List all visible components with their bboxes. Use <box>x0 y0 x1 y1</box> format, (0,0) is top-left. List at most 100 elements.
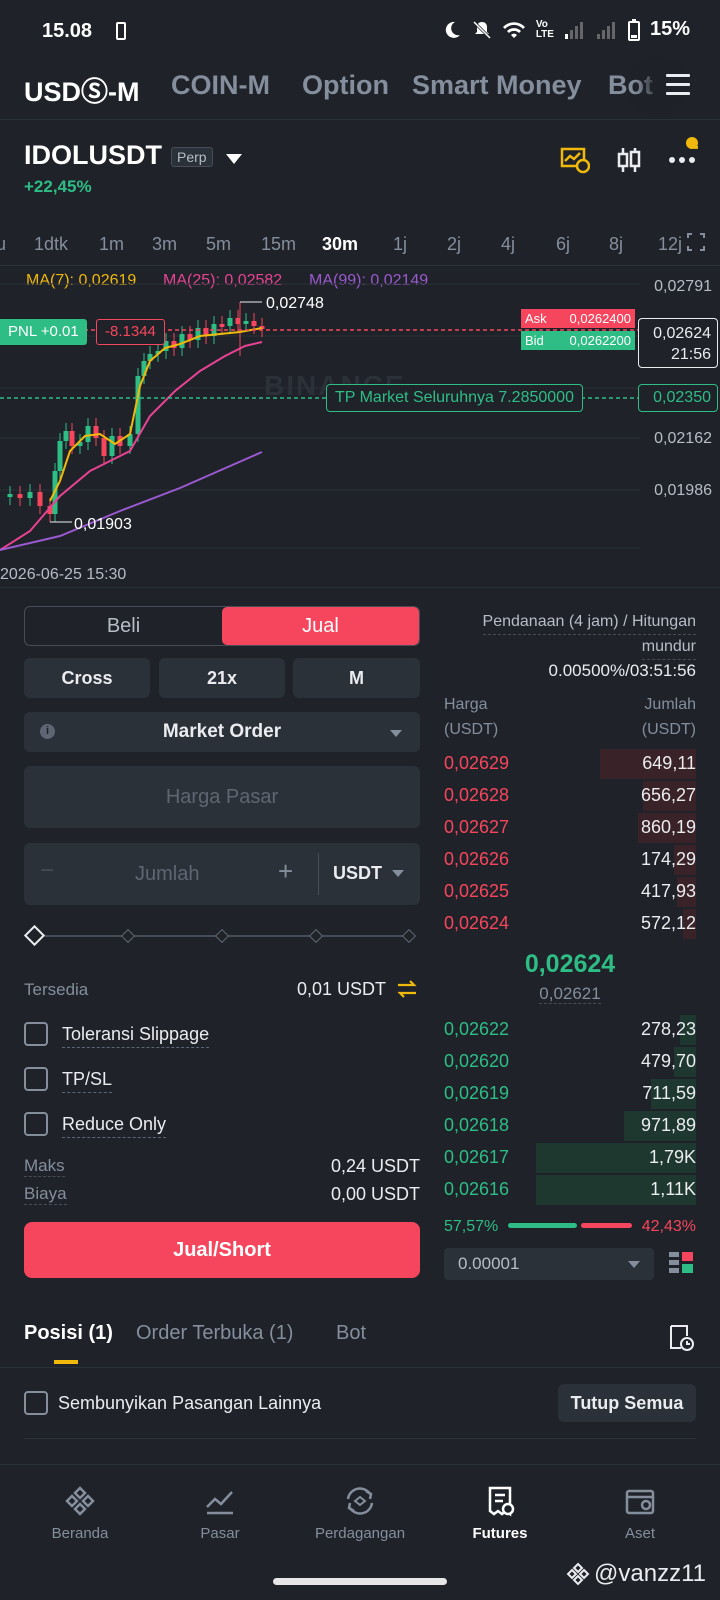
price-chart[interactable]: MA(7): 0,02619 MA(25): 0,02582 MA(99): 0… <box>0 266 720 586</box>
notification-dot <box>686 137 698 149</box>
bid-tag: Bid 0,0262200 <box>521 331 635 350</box>
pair-symbol[interactable]: IDOLUSDT <box>24 140 162 171</box>
interval-tab[interactable]: 1dtk <box>34 234 68 255</box>
nav-assets[interactable]: Aset <box>580 1485 700 1542</box>
fullscreen-icon[interactable] <box>686 231 706 253</box>
low-price-label: 0,01903 <box>74 516 132 533</box>
ask-row[interactable]: 0,02628 656,27 <box>444 781 696 811</box>
leverage-button[interactable]: 21x <box>159 658 285 698</box>
currency-select[interactable]: USDT <box>333 863 382 884</box>
order-type-select[interactable]: i Market Order <box>24 712 420 752</box>
bid-row[interactable]: 0,02622 278,23 <box>444 1015 696 1045</box>
menu-icon[interactable] <box>666 74 690 96</box>
slippage-label[interactable]: Toleransi Slippage <box>62 1024 210 1048</box>
interval-tab[interactable]: 6j <box>556 234 570 255</box>
sell-short-button[interactable]: Jual/Short <box>24 1222 420 1278</box>
bid-row[interactable]: 0,02616 1,11K <box>444 1175 696 1205</box>
candle-body <box>37 492 43 506</box>
nav-home[interactable]: Beranda <box>20 1485 140 1542</box>
tpsl-checkbox[interactable] <box>24 1067 48 1091</box>
bid-row[interactable]: 0,02619 711,59 <box>444 1079 696 1109</box>
ask-amount: 860,19 <box>640 817 696 837</box>
sell-tab[interactable]: Jual <box>222 607 419 645</box>
tab-positions[interactable]: Posisi (1) <box>24 1322 113 1345</box>
buy-tab[interactable]: Beli <box>25 607 222 645</box>
order-history-icon[interactable] <box>668 1324 694 1352</box>
volte-icon: Vo LTE <box>535 18 554 40</box>
fee-value: 0,00 USDT <box>330 1184 420 1204</box>
pair-dropdown-icon[interactable] <box>226 154 242 164</box>
amount-slider[interactable] <box>23 924 420 947</box>
ask-row[interactable]: 0,02626 174,29 <box>444 845 696 875</box>
available-label: Tersedia <box>24 980 89 999</box>
interval-tab[interactable]: 5m <box>206 234 231 255</box>
ask-price: 0,02625 <box>444 881 510 901</box>
nav-markets[interactable]: Pasar <box>160 1485 280 1542</box>
status-time: 15.08 <box>42 20 93 42</box>
tab-usds-m[interactable]: USDⓈ-M <box>24 70 140 109</box>
tab-option[interactable]: Option <box>302 70 389 101</box>
chevron-down-icon <box>390 730 402 737</box>
ratio-bar-sell <box>581 1223 632 1228</box>
active-tab-indicator <box>54 1360 78 1364</box>
bid-amount: 1,11K <box>650 1179 696 1199</box>
bid-row[interactable]: 0,02617 1,79K <box>444 1143 696 1173</box>
mark-price[interactable]: 0,02621 <box>444 984 696 1004</box>
nav-futures[interactable]: Futures <box>440 1485 560 1542</box>
ask-amount: 174,29 <box>640 849 696 869</box>
info-icon[interactable]: i <box>40 724 55 739</box>
price-field[interactable]: Harga Pasar <box>24 766 420 828</box>
slippage-checkbox[interactable] <box>24 1022 48 1046</box>
ask-row[interactable]: 0,02627 860,19 <box>444 813 696 843</box>
bid-row[interactable]: 0,02618 971,89 <box>444 1111 696 1141</box>
orderbook-layout-icon[interactable] <box>668 1250 694 1276</box>
tab-bot[interactable]: Bot <box>608 70 653 101</box>
slider-tick[interactable] <box>120 928 136 944</box>
nav-trade[interactable]: Perdagangan <box>300 1485 420 1542</box>
funding-label[interactable]: Pendanaan (4 jam) / Hitungan mundur <box>444 610 696 660</box>
amount-field[interactable]: − Jumlah + USDT <box>24 843 420 905</box>
reduce-only-label[interactable]: Reduce Only <box>62 1114 167 1138</box>
tab-open-orders[interactable]: Order Terbuka (1) <box>136 1322 293 1345</box>
slider-tick[interactable] <box>308 928 324 944</box>
interval-tab-active[interactable]: 30m <box>322 234 358 255</box>
tab-coin-m[interactable]: COIN-M <box>171 70 270 101</box>
ask-row[interactable]: 0,02624 572,12 <box>444 909 696 939</box>
ask-row[interactable]: 0,02625 417,93 <box>444 877 696 907</box>
tab-bot-orders[interactable]: Bot <box>336 1322 366 1345</box>
wifi-icon <box>502 21 525 38</box>
hide-other-pairs-label[interactable]: Sembunyikan Pasangan Lainnya <box>58 1393 321 1414</box>
interval-tab[interactable]: 15m <box>261 234 296 255</box>
precision-select[interactable]: 0.00001 <box>444 1248 654 1280</box>
tp-order-label[interactable]: TP Market Seluruhnya 7.2850000 <box>326 384 583 412</box>
slider-tick[interactable] <box>401 928 417 944</box>
slider-handle[interactable] <box>23 924 46 947</box>
candlestick-icon[interactable] <box>616 146 642 174</box>
interval-tab[interactable]: 4j <box>501 234 515 255</box>
ask-row[interactable]: 0,02629 649,11 <box>444 749 696 779</box>
interval-tab[interactable]: 1j <box>393 234 407 255</box>
slider-tick[interactable] <box>214 928 230 944</box>
reduce-only-checkbox[interactable] <box>24 1112 48 1136</box>
interval-tab[interactable]: 1m <box>99 234 124 255</box>
candle-body <box>179 334 185 348</box>
chart-alert-icon[interactable] <box>560 146 590 174</box>
hide-other-pairs-checkbox[interactable] <box>24 1391 48 1415</box>
interval-tab[interactable]: 8j <box>609 234 623 255</box>
tab-smart-money[interactable]: Smart Money <box>412 70 582 101</box>
margin-mode-button[interactable]: Cross <box>24 658 150 698</box>
more-icon[interactable] <box>668 146 698 174</box>
interval-tab[interactable]: 2j <box>447 234 461 255</box>
plus-icon[interactable]: + <box>278 856 293 887</box>
asset-mode-button[interactable]: M <box>293 658 420 698</box>
interval-tab[interactable]: u <box>0 234 6 255</box>
tpsl-label[interactable]: TP/SL <box>62 1069 113 1093</box>
transfer-icon[interactable] <box>396 979 418 999</box>
interval-tab[interactable]: 3m <box>152 234 177 255</box>
home-indicator[interactable] <box>273 1578 447 1585</box>
close-all-button[interactable]: Tutup Semua <box>558 1384 696 1422</box>
interval-tab[interactable]: 12j <box>658 234 682 255</box>
minus-icon[interactable]: − <box>40 857 54 885</box>
pnl-badge[interactable]: PNL +0.01 <box>0 319 87 345</box>
bid-row[interactable]: 0,02620 479,70 <box>444 1047 696 1077</box>
